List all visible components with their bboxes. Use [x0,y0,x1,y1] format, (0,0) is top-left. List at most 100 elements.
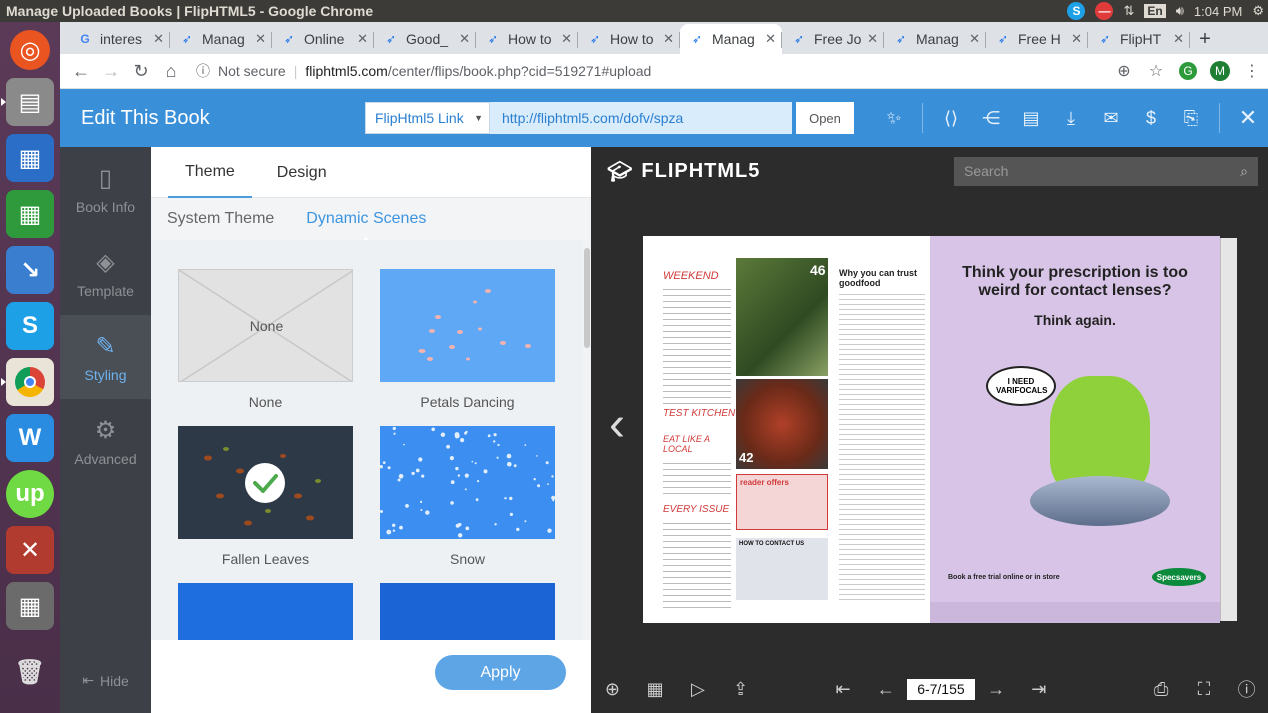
skype-tray-icon[interactable]: S [1067,2,1086,20]
bookmark-star-icon[interactable]: ☆ [1140,61,1172,81]
ubuntu-dash-icon[interactable]: ◎ [10,30,50,70]
scrollbar-thumb[interactable] [584,248,590,348]
subtab-system-theme[interactable]: System Theme [151,210,290,228]
zoom-icon[interactable]: ⊕ [1108,61,1140,81]
writer-icon[interactable]: ▦ [6,134,54,182]
reload-button[interactable]: ↻ [126,61,156,82]
close-tab-icon[interactable]: ✕ [867,31,878,47]
browser-tab[interactable]: ➶ Good_ ✕ [374,24,476,54]
close-tab-icon[interactable]: ✕ [1173,31,1184,47]
trash-icon[interactable]: 🗑︎ [6,648,54,696]
close-tab-icon[interactable]: ✕ [969,31,980,47]
close-tab-icon[interactable]: ✕ [255,31,266,47]
share-icon[interactable]: ⇪ [719,679,762,700]
close-tab-icon[interactable]: ✕ [1071,31,1082,47]
mail-icon[interactable]: ✉ [1091,89,1131,147]
network-icon[interactable]: ⇅ [1123,3,1134,19]
calc-icon[interactable]: ▦ [6,190,54,238]
section-heading: EVERY ISSUE [663,504,730,515]
scene-bubbles[interactable] [178,583,353,640]
first-page-icon[interactable]: ⇤ [822,679,865,700]
preview-search-input[interactable]: Search ⌕ [954,156,1258,186]
zoom-in-icon[interactable]: ⊕ [591,679,634,700]
browser-tab[interactable]: ➶ Online ✕ [272,24,374,54]
next-page-icon[interactable]: → [975,679,1018,700]
info-icon[interactable]: ⓘ [1225,676,1268,702]
close-tab-icon[interactable]: ✕ [153,31,164,47]
chrome-icon[interactable] [1,358,54,406]
upload-file-icon[interactable]: ⎘ [1171,89,1211,147]
share-icon[interactable]: ⋲ [971,89,1011,147]
link-type-select[interactable]: FlipHtml5 Link ▼ [365,102,490,134]
close-tab-icon[interactable]: ✕ [765,31,776,47]
search-icon[interactable]: ⌕ [1240,163,1248,180]
system-tools-icon[interactable]: ✕ [6,526,54,574]
screenshot-icon[interactable]: ↘ [6,246,54,294]
close-icon[interactable]: ✕ [1228,89,1268,147]
thumbnails-icon[interactable]: ▦ [634,679,677,700]
sidebar-item-styling[interactable]: ✎ Styling [60,315,151,399]
clock[interactable]: 1:04 PM [1194,4,1242,19]
sidebar-item-template[interactable]: ◈ Template [60,231,151,315]
forward-button[interactable]: → [96,61,126,82]
open-button[interactable]: Open [796,102,854,134]
calculator-icon[interactable]: ▦ [6,582,54,630]
close-tab-icon[interactable]: ✕ [357,31,368,47]
browser-tab[interactable]: ➶ How to ✕ [578,24,680,54]
scene-rain[interactable] [380,583,555,640]
scene-none[interactable]: None None [178,269,353,410]
flipbook-spread[interactable]: WEEKEND TEST KITCHEN EAT LIKE A LOCAL EV… [643,236,1237,623]
browser-tab[interactable]: ➶ FlipHT ✕ [1088,24,1190,54]
browser-tab[interactable]: Ginteres ✕ [68,24,170,54]
browser-tab[interactable]: ➶ Free H ✕ [986,24,1088,54]
scene-scrollbar[interactable] [583,240,591,640]
dollar-icon[interactable]: $ [1131,89,1171,147]
embed-code-icon[interactable]: ⟨⟩ [931,89,971,147]
extension-icon[interactable]: G [1172,62,1204,80]
files-icon[interactable]: ▤ [1,78,54,126]
subtab-dynamic-scenes[interactable]: Dynamic Scenes [290,210,442,243]
bookshelf-icon[interactable]: ▤ [1011,89,1051,147]
scene-petals-dancing[interactable]: Petals Dancing [380,269,555,410]
browser-tab[interactable]: ➶ Manag ✕ [884,24,986,54]
fullscreen-icon[interactable]: ⛶ [1183,679,1226,700]
wps-icon[interactable]: W [6,414,54,462]
autoflip-icon[interactable]: ▷ [677,679,720,700]
tab-design[interactable]: Design [260,147,344,198]
apply-button[interactable]: Apply [435,655,566,690]
volume-icon[interactable]: 🔊︎ [1176,3,1184,19]
last-page-icon[interactable]: ⇥ [1017,679,1060,700]
book-link-field[interactable]: http://fliphtml5.com/dofv/spza [490,102,792,134]
sidebar-item-book-info[interactable]: ▯ Book Info [60,147,151,231]
browser-tab[interactable]: ➶ Manag ✕ [170,24,272,54]
close-tab-icon[interactable]: ✕ [663,31,674,47]
info-icon[interactable]: ⓘ [196,61,210,81]
scene-fallen-leaves[interactable]: Fallen Leaves [178,426,353,567]
new-tab-button[interactable]: + [1190,24,1220,54]
upwork-icon[interactable]: up [6,470,54,518]
page-number-field[interactable]: 6-7/155 [907,678,975,700]
magic-wand-icon[interactable]: ✨︎ [874,89,914,147]
browser-menu-icon[interactable]: ⋮ [1236,61,1268,81]
download-icon[interactable]: ⤓ [1051,89,1091,147]
previous-page-icon[interactable]: ← [864,679,907,700]
do-not-disturb-icon[interactable]: — [1095,2,1114,20]
url-field[interactable]: ⓘ Not secure | fliphtml5.com/center/flip… [196,57,1108,85]
sidebar-item-advanced[interactable]: ⚙ Advanced [60,399,151,483]
browser-tab[interactable]: ➶ Free Jo ✕ [782,24,884,54]
prev-page-arrow[interactable]: ‹ [609,397,625,452]
home-button[interactable]: ⌂ [156,61,186,82]
browser-tab[interactable]: ➶ How to ✕ [476,24,578,54]
tab-theme[interactable]: Theme [168,147,252,198]
hide-sidebar-button[interactable]: ⇤ Hide [60,672,151,689]
settings-gear-icon[interactable]: ⚙ [1252,3,1264,19]
close-tab-icon[interactable]: ✕ [561,31,572,47]
profile-avatar[interactable]: M [1204,61,1236,81]
browser-tab-active[interactable]: ➶ Manag ✕ [680,24,782,54]
back-button[interactable]: ← [66,61,96,82]
close-tab-icon[interactable]: ✕ [459,31,470,47]
print-icon[interactable]: ⎙ [1140,679,1183,700]
skype-icon[interactable]: S [6,302,54,350]
scene-snow[interactable]: Snow [380,426,555,567]
language-indicator[interactable]: En [1144,4,1166,18]
